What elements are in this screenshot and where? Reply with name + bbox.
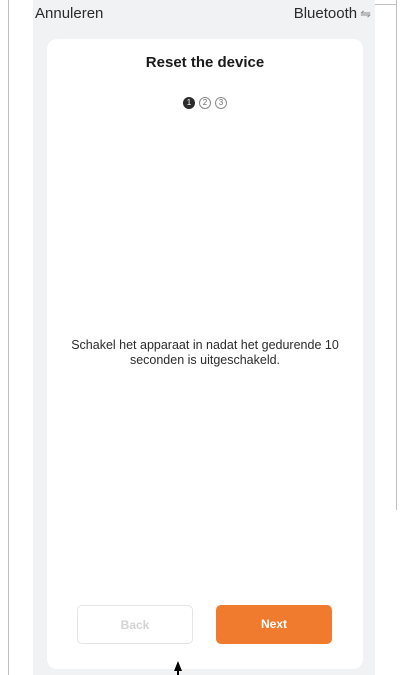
cancel-button[interactable]: Annuleren [35, 5, 103, 22]
back-button[interactable]: Back [77, 605, 193, 644]
step-2: 2 [199, 97, 211, 109]
mouse-pointer-stem [177, 670, 179, 675]
frame-border-left [8, 0, 9, 675]
next-button[interactable]: Next [216, 605, 332, 644]
page-title: Reset the device [145, 54, 265, 71]
frame-border-right [396, 0, 397, 510]
bluetooth-toggle[interactable]: Bluetooth ⇋ [294, 5, 371, 22]
screen: Annuleren Bluetooth ⇋ Reset the device 1 … [0, 0, 404, 675]
bluetooth-label: Bluetooth [293, 5, 358, 22]
step-indicator: 1 2 3 [47, 97, 363, 109]
top-bar: Annuleren Bluetooth ⇋ [33, 0, 375, 30]
main-panel: Annuleren Bluetooth ⇋ Reset the device 1 … [33, 0, 375, 675]
step-1: 1 [183, 97, 195, 109]
instruction-text: Schakel het apparaat in nadat het gedure… [71, 338, 339, 367]
swap-arrows-icon: ⇋ [360, 6, 371, 21]
reset-card: Reset the device 1 2 3 Schakel het appar… [47, 39, 363, 669]
step-3: 3 [215, 97, 227, 109]
